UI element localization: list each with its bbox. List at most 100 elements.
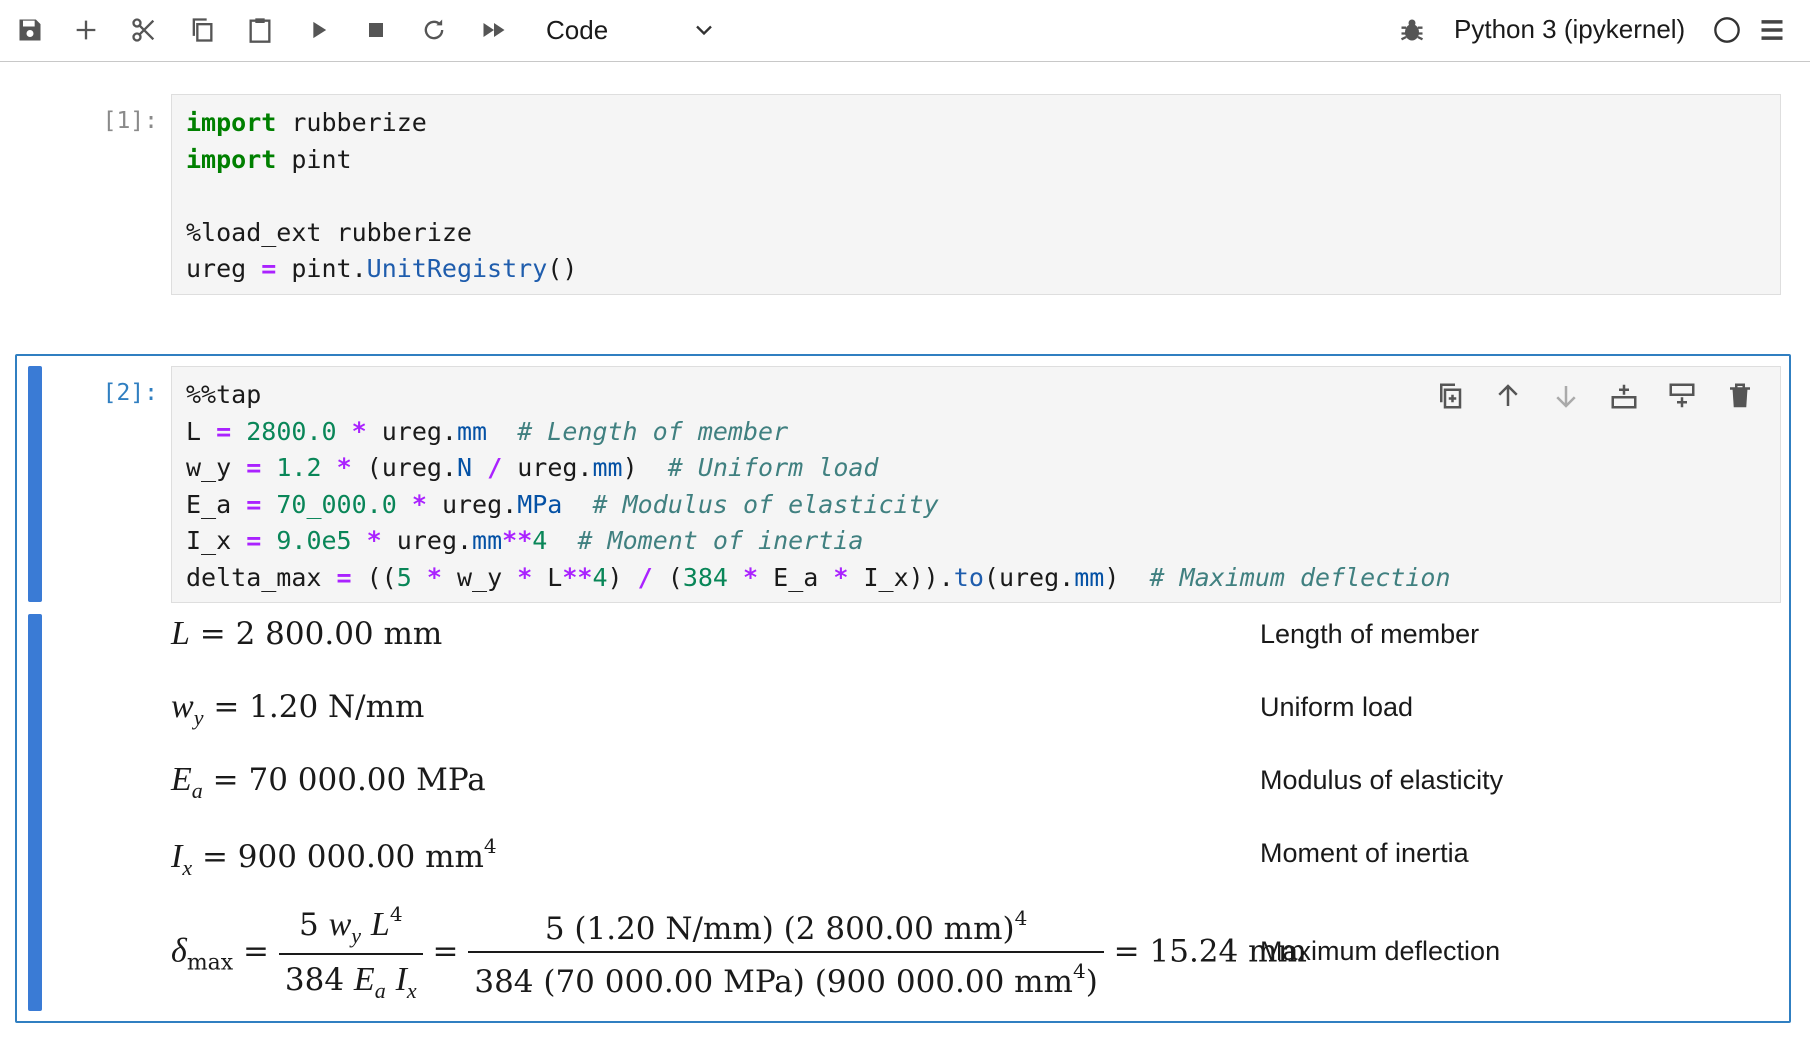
cell-1-code-editor[interactable]: import rubberize import pint %load_ext rub…: [171, 94, 1781, 295]
run-button[interactable]: [298, 10, 338, 50]
code-token: *: [411, 489, 427, 519]
code-token: =: [336, 562, 352, 592]
code-token: **: [562, 562, 593, 592]
code-token: mm: [472, 526, 503, 555]
code-token: E_a: [758, 562, 834, 592]
code-token: import: [186, 108, 277, 137]
code-token: (ureg.: [983, 562, 1075, 592]
code-line: w_y = 1.2 * (ureg.N / ureg.mm) # Uniform…: [186, 450, 1780, 487]
plus-icon: [76, 20, 96, 40]
save-icon: [19, 19, 41, 41]
cell-2-prompt: [2]:: [102, 380, 158, 406]
arrow-down-icon: [1556, 386, 1576, 408]
code-token: *: [833, 562, 849, 592]
scissors-icon: [132, 18, 155, 42]
refresh-icon: [424, 19, 444, 40]
code-token: mm: [1074, 562, 1105, 592]
input-collapser[interactable]: [28, 366, 42, 602]
code-token: to: [953, 562, 984, 592]
code-token: mm: [456, 416, 488, 446]
move-cell-down-button[interactable]: [1546, 376, 1586, 416]
duplicate-icon: [1440, 383, 1462, 409]
debugger-button[interactable]: [1392, 10, 1432, 50]
chevron-down-icon: [696, 25, 712, 36]
code-token: 2800.0: [246, 416, 337, 446]
save-button[interactable]: [10, 10, 50, 50]
code-token: ureg: [186, 254, 262, 283]
code-token: *: [743, 562, 759, 592]
description-delta-max: Maximum deflection: [1260, 936, 1501, 966]
code-token: (: [652, 562, 683, 592]
cell-type-label: Code: [546, 14, 609, 45]
substituted-fraction: 5 (1.20 N/mm) (2 800.00 mm)4 384 (70 000…: [468, 906, 1104, 1000]
kernel-name[interactable]: Python 3 (ipykernel): [1454, 14, 1685, 45]
code-token: # Maximum deflection: [1149, 562, 1451, 592]
delete-cell-button[interactable]: [1720, 376, 1760, 416]
code-token: =: [246, 489, 262, 519]
cell-actions-toolbar: [1430, 376, 1760, 416]
code-token: *: [366, 526, 382, 555]
output-row-E_a: Ea = 70 000.00 MPa Modulus of elasticity: [171, 761, 1731, 811]
code-token: w_y: [441, 562, 518, 592]
code-token: ureg.: [366, 416, 457, 446]
code-token: 384: [682, 562, 728, 592]
trash-icon: [1730, 383, 1750, 408]
equation-E_a: Ea = 70 000.00 MPa: [171, 761, 486, 803]
cut-button[interactable]: [124, 10, 164, 50]
restart-run-all-button[interactable]: [474, 10, 514, 50]
insert-cell-above-button[interactable]: [1604, 376, 1644, 416]
code-line: I_x = 9.0e5 * ureg.mm**4 # Moment of ine…: [186, 523, 1780, 560]
move-cell-up-button[interactable]: [1488, 376, 1528, 416]
paste-button[interactable]: [240, 10, 280, 50]
code-token: 4: [532, 526, 548, 555]
clipboard-icon: [249, 18, 271, 43]
code-token: MPa: [517, 489, 563, 519]
output-row-L: L = 2 800.00 mm Length of member: [171, 615, 1731, 665]
code-token: =: [261, 254, 277, 283]
code-token: %%tap: [186, 380, 262, 409]
code-token: # Modulus of elasticity: [592, 489, 939, 519]
insert-cell-below-button[interactable]: [1662, 376, 1702, 416]
code-token: %load_ext rubberize: [186, 217, 472, 247]
copy-icon: [192, 18, 213, 42]
code-token: 70_000.0: [276, 489, 397, 519]
restart-button[interactable]: [414, 10, 454, 50]
description-w_y: Uniform load: [1260, 692, 1414, 722]
equation-w_y: wy = 1.20 N/mm: [171, 688, 425, 730]
cell-type-select[interactable]: Code: [528, 10, 718, 50]
duplicate-cell-button[interactable]: [1430, 376, 1470, 416]
code-token: /: [637, 562, 653, 592]
output-row-delta-max: δmax = 5 wy L4 384 Ea Ix = 5 (1.20 N/mm)…: [171, 898, 1731, 1008]
code-token: *: [336, 453, 352, 482]
code-token: ureg.: [426, 489, 518, 519]
interrupt-button[interactable]: [356, 10, 396, 50]
kernel-idle-circle-icon: [1714, 17, 1740, 43]
code-token: *: [426, 562, 442, 592]
insert-cell-button[interactable]: [66, 10, 106, 50]
output-row-I_x: Ix = 900 000.00 mm4 Moment of inertia: [171, 834, 1731, 884]
code-line: ureg = pint.UnitRegistry(): [186, 251, 1780, 288]
symbolic-fraction: 5 wy L4 384 Ea Ix: [278, 902, 423, 1004]
code-token: pint: [276, 144, 352, 174]
code-token: 4: [592, 562, 608, 592]
code-token: # Uniform load: [667, 453, 879, 482]
code-token: delta_max: [186, 562, 337, 592]
code-line: import rubberize: [186, 105, 1780, 142]
copy-button[interactable]: [182, 10, 222, 50]
output-collapser[interactable]: [28, 614, 42, 1011]
code-token: import: [186, 144, 277, 174]
code-token: ureg.: [381, 526, 473, 555]
code-token: I_x)).: [848, 562, 954, 592]
menu-button[interactable]: [1752, 10, 1792, 50]
code-token: ): [622, 453, 668, 482]
code-line: import pint: [186, 142, 1780, 179]
code-line: L = 2800.0 * ureg.mm # Length of member: [186, 414, 1780, 451]
code-token: ): [607, 562, 638, 592]
code-token: 9.0e5: [276, 526, 352, 555]
